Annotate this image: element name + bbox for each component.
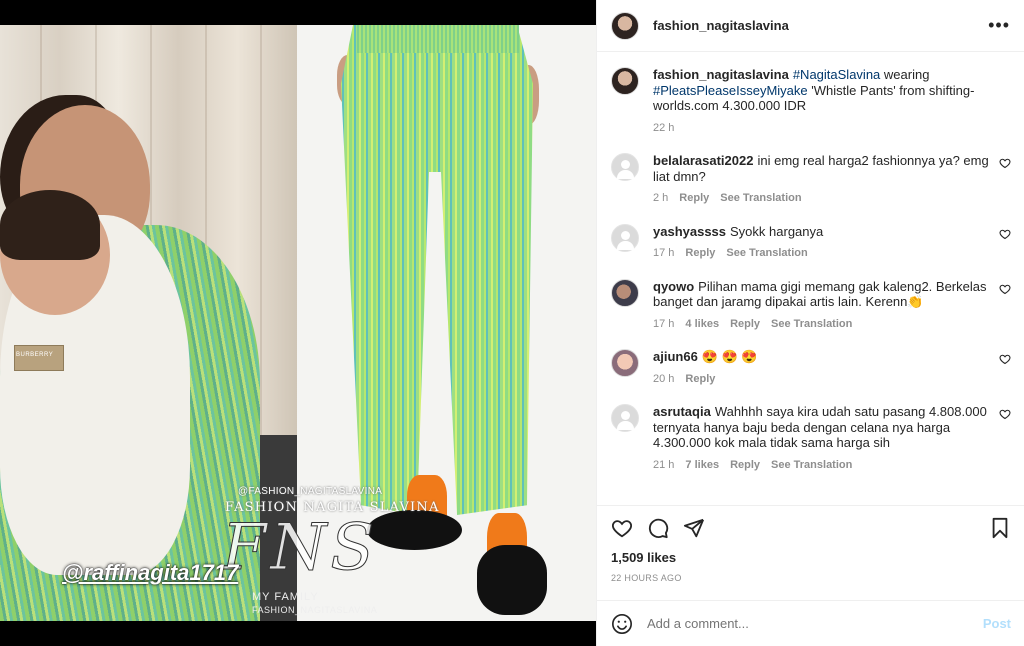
- comment-meta: 2 h Reply See Translation: [653, 191, 993, 207]
- curtain-fold: [260, 25, 262, 445]
- whistle-pants: [341, 25, 533, 515]
- emoji-smiley-icon[interactable]: [611, 613, 633, 635]
- commenter-avatar[interactable]: [611, 404, 639, 432]
- comment-meta: 20 h Reply: [653, 372, 993, 388]
- watermark-family: MY FAMILY: [252, 591, 319, 603]
- hashtag-link[interactable]: #NagitaSlavina: [793, 67, 880, 82]
- reply-button[interactable]: Reply: [730, 317, 760, 333]
- pants-waistband: [357, 25, 519, 53]
- left-black-sandal: [367, 510, 462, 550]
- caption-text: wearing: [880, 67, 930, 82]
- hashtag-link[interactable]: #PleatsPleaseIsseyMiyake: [653, 83, 808, 98]
- instagram-post-modal: BURBERRY @FASHION_NAGITASLAVINA FASHION …: [0, 0, 1024, 646]
- post-image[interactable]: BURBERRY @FASHION_NAGITASLAVINA FASHION …: [0, 25, 596, 621]
- like-heart-icon[interactable]: [999, 228, 1011, 240]
- action-icons: [611, 516, 1011, 540]
- comment-bubble-icon[interactable]: [647, 517, 669, 539]
- right-black-sandal: [477, 545, 547, 615]
- comment-likes[interactable]: 4 likes: [685, 317, 719, 333]
- comment: asrutaqia Wahhhh saya kira udah satu pasa…: [611, 404, 1011, 473]
- caption-meta: 22 h: [653, 121, 993, 137]
- commenter-avatar[interactable]: [611, 153, 639, 181]
- reply-button[interactable]: Reply: [685, 246, 715, 262]
- comment-text: Syokk harganya: [730, 223, 824, 239]
- reply-button[interactable]: Reply: [685, 372, 715, 388]
- comment-time[interactable]: 21 h: [653, 458, 674, 474]
- comment-username[interactable]: ajiun66: [653, 349, 698, 364]
- caption-body: fashion_nagitaslavina #NagitaSlavina wear…: [653, 67, 993, 136]
- comment-body: belalarasati2022 ini emg real harga2 fash…: [653, 153, 993, 207]
- commenter-avatar[interactable]: [611, 223, 639, 252]
- comment-body: qyowo Pilihan mama gigi memang gak kaleng…: [653, 279, 993, 333]
- post-timestamp[interactable]: 22 HOURS AGO: [611, 573, 1011, 583]
- comment-meta: 21 h 7 likes Reply See Translation: [653, 458, 993, 474]
- like-heart-icon[interactable]: [611, 517, 633, 539]
- author-avatar[interactable]: [611, 67, 639, 95]
- commenter-avatar[interactable]: [611, 349, 639, 377]
- watermark-handle: @FASHION_NAGITASLAVINA: [238, 486, 383, 497]
- see-translation-button[interactable]: See Translation: [720, 191, 801, 207]
- comment-body: yashyassss Syokk harganya 17 h Reply See …: [653, 224, 993, 262]
- see-translation-button[interactable]: See Translation: [771, 317, 852, 333]
- post-header: fashion_nagitaslavina •••: [597, 0, 1024, 52]
- comment: belalarasati2022 ini emg real harga2 fash…: [611, 153, 1011, 207]
- caption-time[interactable]: 22 h: [653, 121, 674, 137]
- comment-meta: 17 h Reply See Translation: [653, 246, 993, 262]
- comment-body: asrutaqia Wahhhh saya kira udah satu pasa…: [653, 404, 993, 473]
- caption: fashion_nagitaslavina #NagitaSlavina wear…: [611, 67, 1011, 136]
- like-heart-icon[interactable]: [999, 157, 1011, 169]
- share-send-icon[interactable]: [683, 517, 705, 539]
- post-sidebar: fashion_nagitaslavina ••• fashion_nagita…: [596, 0, 1024, 646]
- comment-username[interactable]: asrutaqia: [653, 404, 711, 419]
- watermark-small: FASHION_NAGITASLAVINA: [252, 605, 378, 615]
- more-horizontal-icon[interactable]: •••: [988, 16, 1010, 34]
- baby-shirt-patch: [14, 345, 64, 371]
- likes-count[interactable]: 1,509 likes: [611, 550, 1011, 565]
- comments-list[interactable]: fashion_nagitaslavina #NagitaSlavina wear…: [597, 53, 1024, 505]
- comment-username[interactable]: yashyassss: [653, 224, 726, 239]
- comment-text: Pilihan mama gigi memang gak kaleng2. Be…: [653, 278, 987, 310]
- see-translation-button[interactable]: See Translation: [726, 246, 807, 262]
- comment-time[interactable]: 17 h: [653, 246, 674, 262]
- comment-time[interactable]: 20 h: [653, 372, 674, 388]
- comment-likes[interactable]: 7 likes: [685, 458, 719, 474]
- comment-time[interactable]: 17 h: [653, 317, 674, 333]
- comment-meta: 17 h 4 likes Reply See Translation: [653, 317, 993, 333]
- baby-shirt-label: BURBERRY: [16, 352, 54, 358]
- watermark-raffi: @raffinagita1717: [62, 560, 239, 585]
- author-avatar[interactable]: [611, 11, 639, 40]
- bookmark-icon[interactable]: [989, 517, 1011, 539]
- like-heart-icon[interactable]: [999, 353, 1011, 365]
- comment-username[interactable]: belalarasati2022: [653, 153, 753, 168]
- author-username[interactable]: fashion_nagitaslavina: [653, 18, 789, 33]
- commenter-avatar[interactable]: [611, 278, 639, 307]
- like-heart-icon[interactable]: [999, 283, 1011, 295]
- post-media: BURBERRY @FASHION_NAGITASLAVINA FASHION …: [0, 0, 596, 646]
- baby-hair: [0, 190, 100, 260]
- comment-time[interactable]: 2 h: [653, 191, 668, 207]
- comment: ajiun66 😍 😍 😍 20 h Reply: [611, 349, 1011, 387]
- comment: yashyassss Syokk harganya 17 h Reply See …: [611, 223, 1011, 262]
- comment-text: 😍 😍 😍: [701, 349, 758, 364]
- caption-username[interactable]: fashion_nagitaslavina: [653, 67, 789, 82]
- post-actions: 1,509 likes 22 HOURS AGO: [597, 505, 1024, 600]
- add-comment-bar: Post: [597, 600, 1024, 646]
- comment: qyowo Pilihan mama gigi memang gak kaleng…: [611, 278, 1011, 333]
- post-comment-button[interactable]: Post: [983, 616, 1011, 631]
- reply-button[interactable]: Reply: [730, 458, 760, 474]
- reply-button[interactable]: Reply: [679, 191, 709, 207]
- comment-username[interactable]: qyowo: [653, 279, 694, 294]
- comment-input[interactable]: [647, 616, 983, 631]
- comment-body: ajiun66 😍 😍 😍 20 h Reply: [653, 349, 993, 387]
- see-translation-button[interactable]: See Translation: [771, 458, 852, 474]
- watermark-logo: FNS: [221, 511, 379, 586]
- like-heart-icon[interactable]: [999, 408, 1011, 420]
